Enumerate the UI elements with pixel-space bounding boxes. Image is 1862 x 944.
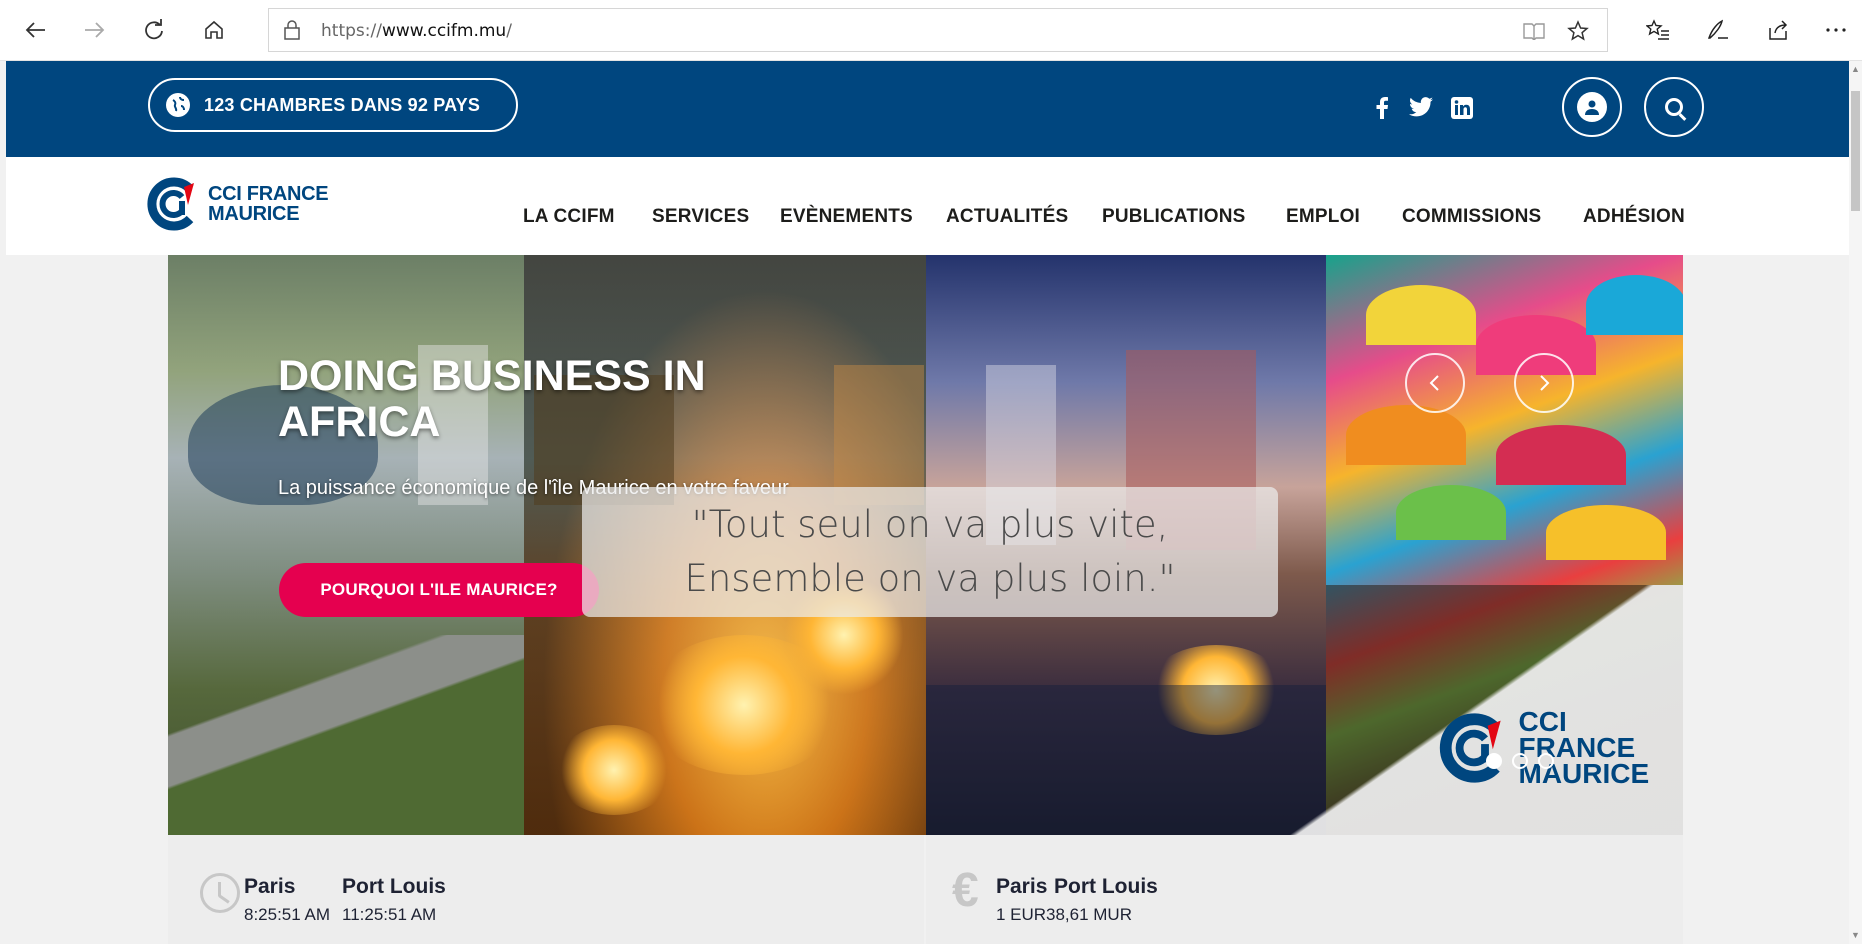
scroll-down-icon[interactable]: ▼	[1850, 929, 1861, 941]
time-value-2: 11:25:51 AM	[342, 905, 437, 924]
web-page: 123 CHAMBRES DANS 92 PAYS CCI FRANCE MAU…	[0, 61, 1849, 944]
facebook-icon[interactable]	[1372, 97, 1392, 124]
lock-icon	[283, 19, 305, 41]
chevron-right-icon	[1540, 375, 1550, 391]
slider-next-button[interactable]	[1514, 353, 1574, 413]
globe-icon	[166, 93, 190, 117]
share-icon[interactable]	[1760, 12, 1796, 48]
chambres-label: 123 CHAMBRES DANS 92 PAYS	[204, 94, 481, 115]
browser-toolbar: https://www.ccifm.mu/	[0, 0, 1862, 61]
currency-widget: € Paris Port Louis 1 EUR 38,61 MUR	[926, 835, 1683, 944]
main-navigation: CCI FRANCE MAURICE LA CCIFM SERVICES EVÈ…	[6, 157, 1849, 255]
nav-item-evenements[interactable]: EVÈNEMENTS	[780, 206, 913, 228]
scroll-up-icon[interactable]: ▲	[1850, 63, 1861, 75]
hero-image-city	[168, 255, 524, 835]
currency-city-1: Paris	[996, 875, 1048, 898]
cci-logo-icon	[1439, 713, 1501, 783]
pen-notes-icon[interactable]	[1700, 12, 1736, 48]
top-bar: 123 CHAMBRES DANS 92 PAYS	[6, 61, 1849, 157]
account-button[interactable]	[1562, 77, 1622, 137]
home-icon[interactable]	[196, 12, 232, 48]
favorite-star-icon[interactable]	[1565, 18, 1591, 44]
nav-item-actualites[interactable]: ACTUALITÉS	[946, 206, 1068, 228]
url-domain: www.ccifm.mu	[381, 21, 507, 41]
quote-line-2: Ensemble on va plus loin."	[684, 557, 1176, 600]
reading-view-icon[interactable]	[1521, 18, 1547, 44]
info-strip: Paris Port Louis 8:25:51 AM 11:25:51 AM …	[168, 835, 1683, 944]
quote-line-1: "Tout seul on va plus vite,	[691, 503, 1169, 546]
time-city-1: Paris	[244, 875, 296, 898]
time-widget: Paris Port Louis 8:25:51 AM 11:25:51 AM	[168, 835, 924, 944]
quote-box: "Tout seul on va plus vite, Ensemble on …	[582, 487, 1278, 617]
euro-icon: €	[952, 864, 979, 917]
logo-line-2: MAURICE	[208, 203, 300, 225]
slider-dot[interactable]	[1538, 753, 1554, 769]
hero-title: DOING BUSINESS IN AFRICA	[278, 352, 706, 446]
nav-item-publications[interactable]: PUBLICATIONS	[1102, 206, 1246, 228]
url-path: /	[506, 21, 512, 41]
nav-item-la-ccifm[interactable]: LA CCIFM	[523, 206, 615, 228]
slider-dot[interactable]	[1512, 753, 1528, 769]
nav-item-adhesion[interactable]: ADHÉSION	[1583, 206, 1685, 228]
clock-icon	[200, 873, 240, 913]
user-icon	[1577, 92, 1607, 122]
back-arrow-icon[interactable]	[18, 12, 54, 48]
chambres-button[interactable]: 123 CHAMBRES DANS 92 PAYS	[148, 78, 518, 132]
logo-wordmark: CCI FRANCE MAURICE	[208, 183, 329, 225]
currency-value-2: 38,61 MUR	[1046, 905, 1132, 924]
site-logo[interactable]: CCI FRANCE MAURICE	[146, 177, 329, 231]
more-icon[interactable]	[1818, 12, 1854, 48]
linkedin-icon[interactable]	[1450, 97, 1474, 124]
pourquoi-ile-maurice-button[interactable]: POURQUOI L'ILE MAURICE?	[279, 563, 599, 617]
corner-logo: CCI FRANCE MAURICE	[1438, 708, 1684, 788]
scroll-thumb[interactable]	[1851, 91, 1860, 211]
time-value-1: 8:25:51 AM	[244, 905, 331, 924]
nav-item-emploi[interactable]: EMPLOI	[1286, 206, 1360, 228]
url-text[interactable]: https://www.ccifm.mu/	[321, 21, 512, 41]
nav-item-services[interactable]: SERVICES	[652, 206, 749, 228]
corner-logo-wordmark: CCI FRANCE MAURICE	[1519, 708, 1684, 788]
currency-value-1: 1 EUR	[996, 905, 1047, 924]
currency-city-2: Port Louis	[1054, 875, 1158, 898]
slider-prev-button[interactable]	[1405, 353, 1465, 413]
favorites-list-icon[interactable]	[1640, 12, 1676, 48]
chevron-left-icon	[1429, 375, 1439, 391]
vertical-scrollbar[interactable]: ▲ ▼	[1849, 61, 1862, 944]
nav-item-commissions[interactable]: COMMISSIONS	[1402, 206, 1541, 228]
hero-slider: DOING BUSINESS IN AFRICA La puissance éc…	[168, 255, 1683, 835]
slider-dot[interactable]	[1486, 753, 1502, 769]
address-bar[interactable]: https://www.ccifm.mu/	[268, 8, 1608, 52]
slider-dots	[1486, 753, 1554, 769]
forward-arrow-icon[interactable]	[76, 12, 112, 48]
time-city-2: Port Louis	[342, 875, 446, 898]
refresh-icon[interactable]	[136, 12, 172, 48]
search-button[interactable]	[1644, 77, 1704, 137]
url-scheme: https://	[321, 21, 382, 41]
search-icon	[1665, 98, 1683, 116]
twitter-icon[interactable]	[1408, 97, 1434, 122]
cci-logo-icon	[146, 177, 200, 231]
logo-line-1: CCI FRANCE	[208, 183, 329, 205]
